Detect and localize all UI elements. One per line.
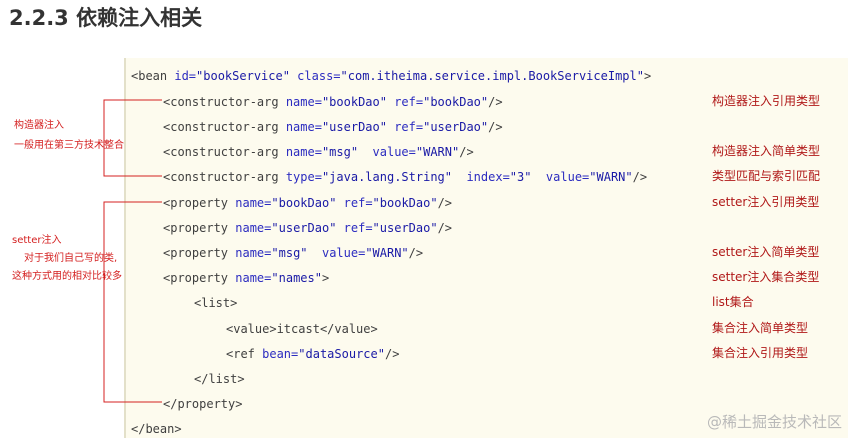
- code-line-property-close: </property>: [163, 397, 243, 411]
- code-line-property-1: <property name="bookDao" ref="bookDao"/>: [163, 196, 453, 210]
- code-line-bean-open: <bean id="bookService" class="com.itheim…: [131, 69, 652, 83]
- constructor-bracket: [103, 99, 162, 177]
- left-note-setter-title: setter注入: [12, 235, 62, 246]
- note-constructor-simple: 构造器注入简单类型: [712, 144, 821, 158]
- code-line-value: <value>itcast</value>: [226, 322, 378, 336]
- watermark: @稀土掘金技术社区: [706, 413, 842, 431]
- code-line-constructor-arg-4: <constructor-arg type="java.lang.String"…: [163, 170, 648, 184]
- note-constructor-ref: 构造器注入引用类型: [712, 94, 821, 108]
- note-setter-ref: setter注入引用类型: [712, 195, 820, 209]
- code-line-constructor-arg-3: <constructor-arg name="msg" value="WARN"…: [163, 145, 474, 159]
- code-line-property-4: <property name="names">: [163, 271, 330, 285]
- code-line-property-2: <property name="userDao" ref="userDao"/>: [163, 221, 453, 235]
- code-line-ref: <ref bean="dataSource"/>: [226, 347, 400, 361]
- code-line-constructor-arg-1: <constructor-arg name="bookDao" ref="boo…: [163, 95, 503, 109]
- code-line-list-open: <list>: [194, 296, 238, 310]
- setter-bracket-line: [103, 201, 162, 403]
- note-list-collection: list集合: [712, 295, 754, 309]
- code-line-constructor-arg-2: <constructor-arg name="userDao" ref="use…: [163, 120, 503, 134]
- code-line-bean-close: </bean>: [131, 422, 182, 436]
- note-setter-simple: setter注入简单类型: [712, 245, 820, 259]
- code-line-list-close: </list>: [194, 372, 245, 386]
- constructor-bracket-line: [103, 99, 162, 177]
- section-heading: 2.2.3 依赖注入相关: [9, 6, 203, 30]
- note-collection-ref: 集合注入引用类型: [712, 346, 809, 360]
- note-setter-collection: setter注入集合类型: [712, 270, 820, 284]
- code-line-property-3: <property name="msg" value="WARN"/>: [163, 246, 424, 260]
- note-collection-simple: 集合注入简单类型: [712, 321, 809, 335]
- note-type-index-match: 类型匹配与索引匹配: [712, 169, 821, 183]
- setter-bracket: [103, 201, 162, 403]
- left-note-constructor-title: 构造器注入: [14, 120, 64, 131]
